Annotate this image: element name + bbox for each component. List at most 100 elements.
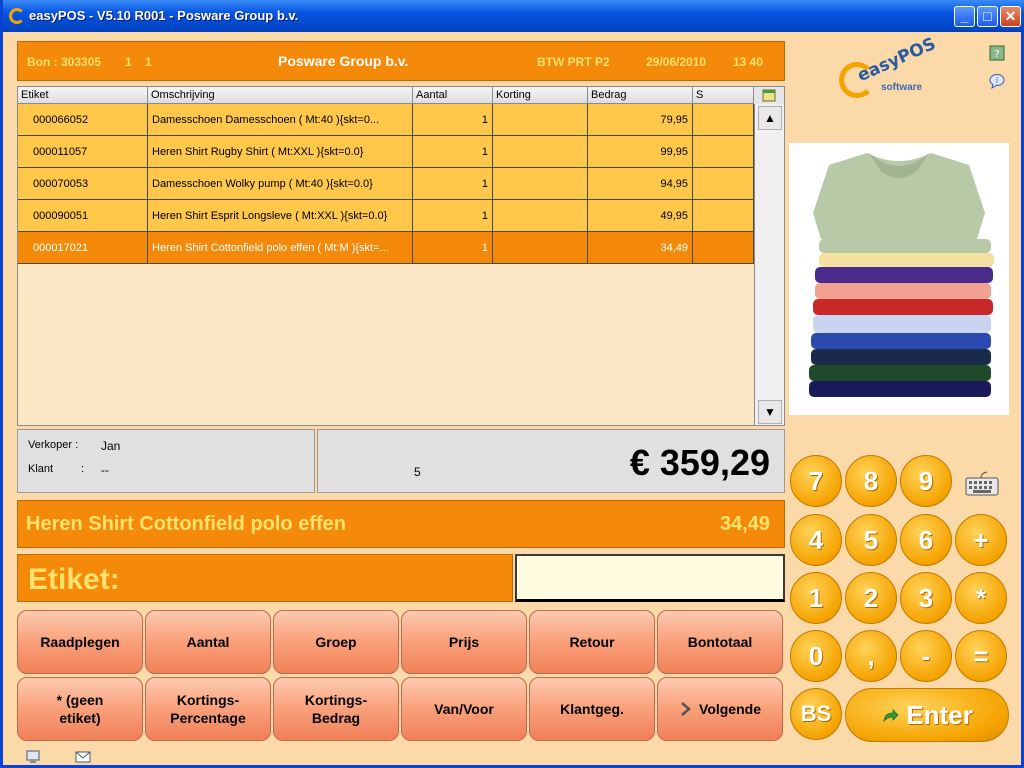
mail-icon[interactable] [75, 749, 91, 765]
cell-bedrag: 99,95 [588, 136, 693, 168]
total-amount: € 359,29 [629, 442, 770, 483]
enter-button[interactable]: Enter [845, 688, 1009, 742]
keypad-8[interactable]: 8 [845, 455, 897, 507]
backspace-button[interactable]: BS [790, 688, 842, 740]
keypad-comma[interactable]: , [845, 630, 897, 682]
cell-s [693, 200, 754, 232]
receipt-header: Bon : 303305 1 1 Posware Group b.v. BTW … [17, 41, 785, 81]
computer-icon[interactable] [25, 749, 41, 765]
item-count: 5 [414, 465, 421, 479]
keypad-7[interactable]: 7 [790, 455, 842, 507]
etiket-label: Etiket: [17, 554, 513, 602]
bontotaal-button[interactable]: Bontotaal [657, 610, 783, 674]
cell-korting [493, 200, 588, 232]
grid-scrollbar[interactable]: ▲ ▼ [754, 104, 784, 425]
scroll-up-button[interactable]: ▲ [758, 106, 782, 130]
current-item-price: 34,49 [719, 513, 770, 535]
cell-etiket: 000070053 [18, 168, 148, 200]
current-item-description: Heren Shirt Cottonfield polo effen [26, 513, 346, 535]
grid-header: Etiket Omschrijving Aantal Korting Bedra… [18, 87, 754, 104]
keypad-9[interactable]: 9 [900, 455, 952, 507]
klantgeg-button[interactable]: Klantgeg. [529, 677, 655, 741]
keypad-6[interactable]: 6 [900, 514, 952, 566]
cell-aantal: 1 [413, 168, 493, 200]
cell-omschrijving: Heren Shirt Cottonfield polo effen ( Mt:… [148, 232, 413, 264]
aantal-button[interactable]: Aantal [145, 610, 271, 674]
chevron-right-icon [681, 702, 691, 716]
column-header-etiket[interactable]: Etiket [18, 87, 148, 104]
column-settings-icon[interactable] [754, 87, 784, 105]
cell-etiket: 000011057 [18, 136, 148, 168]
current-item-bar: Heren Shirt Cottonfield polo effen 34,49 [17, 500, 785, 548]
scroll-down-button[interactable]: ▼ [758, 400, 782, 424]
close-button[interactable]: ✕ [1000, 6, 1021, 27]
cell-s [693, 168, 754, 200]
minimize-button[interactable]: _ [954, 6, 975, 27]
shirt-stack-icon [809, 153, 994, 397]
bon-number: 303305 [61, 55, 102, 69]
sale-info-panel: Verkoper : Jan Klant : -- [17, 429, 315, 493]
svg-text:i: i [996, 76, 998, 85]
kortings-percentage-button[interactable]: Kortings-Percentage [145, 677, 271, 741]
klant-label: Klant [28, 463, 54, 475]
keypad-multiply[interactable]: * [955, 572, 1007, 624]
geen-etiket-button[interactable]: * (geen etiket) [17, 677, 143, 741]
cell-s [693, 136, 754, 168]
table-row[interactable]: 000066052 Damesschoen Damesschoen ( Mt:4… [18, 104, 754, 136]
column-header-s[interactable]: S [693, 87, 754, 104]
info-icon[interactable]: i [989, 73, 1005, 89]
cell-etiket: 000090051 [18, 200, 148, 232]
enter-arrow-icon [883, 709, 899, 723]
line-items-grid[interactable]: Etiket Omschrijving Aantal Korting Bedra… [17, 86, 785, 426]
column-header-bedrag[interactable]: Bedrag [588, 87, 693, 104]
cell-omschrijving: Damesschoen Damesschoen ( Mt:40 ){skt=0.… [148, 104, 413, 136]
cell-etiket: 000017021 [18, 232, 148, 264]
title-bar[interactable]: easyPOS - V5.10 R001 - Posware Group b.v… [3, 0, 1024, 32]
keypad-0[interactable]: 0 [790, 630, 842, 682]
prijs-button[interactable]: Prijs [401, 610, 527, 674]
keypad-equals[interactable]: = [955, 630, 1007, 682]
cell-bedrag: 94,95 [588, 168, 693, 200]
van-voor-button[interactable]: Van/Voor [401, 677, 527, 741]
verkoper-label: Verkoper : [28, 439, 79, 451]
cell-s [693, 104, 754, 136]
help-icon[interactable]: ? [989, 45, 1005, 61]
keypad-plus[interactable]: + [955, 514, 1007, 566]
keypad-minus[interactable]: - [900, 630, 952, 682]
cell-aantal: 1 [413, 104, 493, 136]
table-row[interactable]: 000070053 Damesschoen Wolky pump ( Mt:40… [18, 168, 754, 200]
volgende-label: Volgende [699, 701, 761, 717]
kortings-bedrag-button[interactable]: Kortings-Bedrag [273, 677, 399, 741]
keypad-3[interactable]: 3 [900, 572, 952, 624]
header-field-b: 1 [145, 55, 152, 69]
groep-button[interactable]: Groep [273, 610, 399, 674]
volgende-button[interactable]: Volgende [657, 677, 783, 741]
cell-omschrijving: Damesschoen Wolky pump ( Mt:40 ){skt=0.0… [148, 168, 413, 200]
table-row[interactable]: 000011057 Heren Shirt Rugby Shirt ( Mt:X… [18, 136, 754, 168]
keypad-5[interactable]: 5 [845, 514, 897, 566]
logo-subtitle: software [881, 82, 923, 93]
column-header-korting[interactable]: Korting [493, 87, 588, 104]
column-header-aantal[interactable]: Aantal [413, 87, 493, 104]
total-panel: 5 € 359,29 [317, 429, 785, 493]
keypad-2[interactable]: 2 [845, 572, 897, 624]
cell-bedrag: 34,49 [588, 232, 693, 264]
table-row-selected[interactable]: 000017021 Heren Shirt Cottonfield polo e… [18, 232, 754, 264]
cell-aantal: 1 [413, 232, 493, 264]
cell-bedrag: 79,95 [588, 104, 693, 136]
btw-indicator: BTW PRT P2 [537, 55, 610, 69]
raadplegen-button[interactable]: Raadplegen [17, 610, 143, 674]
keypad-4[interactable]: 4 [790, 514, 842, 566]
product-image [789, 143, 1009, 415]
cell-etiket: 000066052 [18, 104, 148, 136]
cell-korting [493, 104, 588, 136]
maximize-button[interactable]: □ [977, 6, 998, 27]
retour-button[interactable]: Retour [529, 610, 655, 674]
cell-aantal: 1 [413, 136, 493, 168]
keyboard-icon[interactable] [965, 471, 999, 497]
etiket-input[interactable] [515, 554, 785, 602]
table-row[interactable]: 000090051 Heren Shirt Esprit Longsleve (… [18, 200, 754, 232]
verkoper-value: Jan [101, 439, 121, 453]
column-header-omschrijving[interactable]: Omschrijving [148, 87, 413, 104]
keypad-1[interactable]: 1 [790, 572, 842, 624]
